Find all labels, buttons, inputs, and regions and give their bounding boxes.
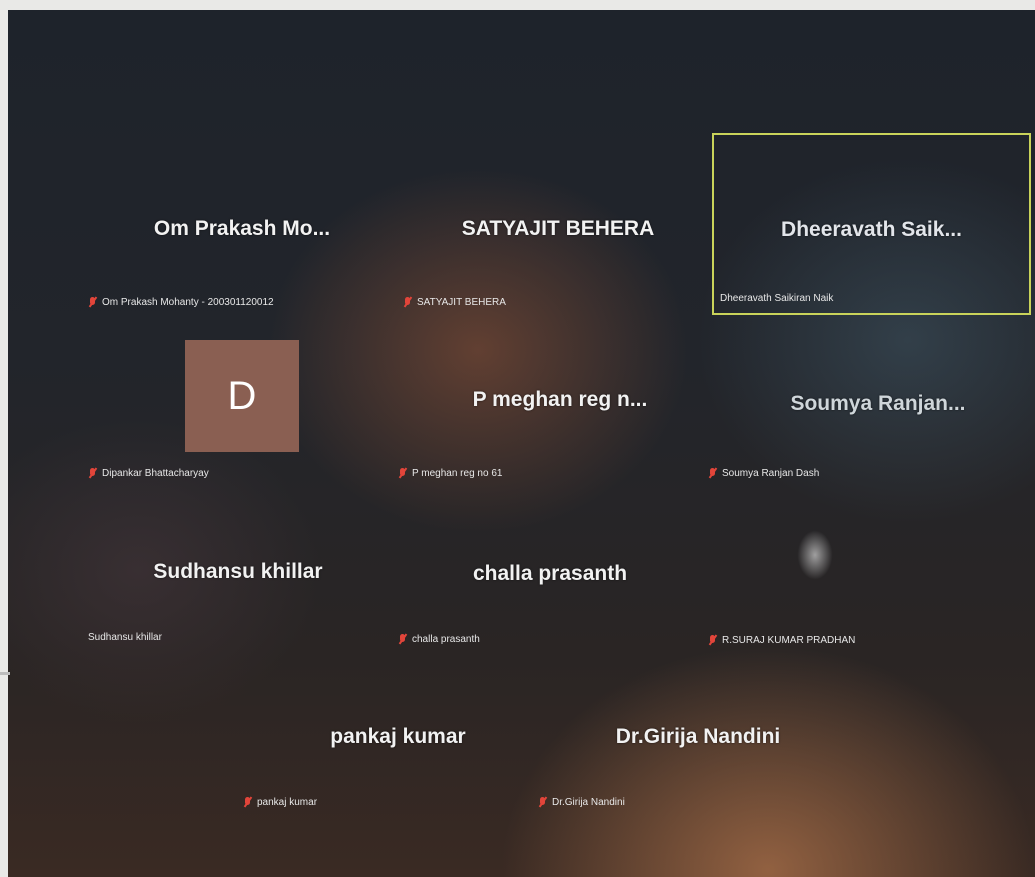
participant-caption: Soumya Ranjan Dash [708, 468, 819, 479]
participant-name: challa prasanth [472, 562, 628, 585]
participant-name: Soumya Ranjan... [790, 392, 966, 415]
mic-muted-icon [88, 468, 97, 479]
participant-tile[interactable]: D Dipankar Bhattacharyay [88, 340, 398, 480]
participant-caption-text: R.SURAJ KUMAR PRADHAN [722, 635, 856, 646]
participant-tile[interactable]: Om Prakash Mo... Om Prakash Mohanty - 20… [88, 205, 408, 315]
participant-caption: Dr.Girija Nandini [538, 797, 625, 808]
mic-muted-icon [708, 468, 717, 479]
participant-caption-text: Sudhansu khillar [88, 632, 162, 643]
participant-caption-text: challa prasanth [412, 634, 480, 645]
participant-caption: SATYAJIT BEHERA [403, 297, 506, 308]
participant-caption: challa prasanth [398, 634, 480, 645]
participant-name: SATYAJIT BEHERA [461, 217, 655, 240]
participant-caption-text: Soumya Ranjan Dash [722, 468, 820, 479]
participant-name: P meghan reg n... [472, 388, 648, 411]
video-call-gallery: Om Prakash Mo... Om Prakash Mohanty - 20… [8, 10, 1035, 877]
participant-tile[interactable]: challa prasanth challa prasanth [398, 530, 708, 660]
participant-caption-text: pankaj kumar [257, 797, 318, 808]
participant-caption: Om Prakash Mohanty - 200301120012 [88, 297, 274, 308]
participant-name: Dheeravath Saik... [781, 218, 962, 241]
participant-tile-video[interactable]: R.SURAJ KUMAR PRADHAN [708, 515, 1028, 660]
participant-tile[interactable]: SATYAJIT BEHERA SATYAJIT BEHERA [403, 205, 713, 315]
participant-name: pankaj kumar [330, 725, 466, 748]
participant-name: Om Prakash Mo... [153, 217, 331, 240]
participant-tile[interactable]: Soumya Ranjan... Soumya Ranjan Dash [708, 340, 1028, 480]
participant-caption-text: Dheeravath Saikiran Naik [720, 293, 834, 304]
participant-caption-text: P meghan reg no 61 [412, 468, 503, 479]
participant-tile[interactable]: pankaj kumar pankaj kumar [243, 710, 553, 820]
participant-caption-text: Dr.Girija Nandini [552, 797, 625, 808]
participant-caption-text: SATYAJIT BEHERA [417, 297, 506, 308]
participant-caption-text: Om Prakash Mohanty - 200301120012 [102, 297, 274, 308]
window-edge-handle [0, 672, 10, 675]
participant-video [785, 515, 845, 595]
mic-muted-icon [403, 297, 412, 308]
participant-caption: Sudhansu khillar [88, 632, 162, 643]
mic-muted-icon [243, 797, 252, 808]
participant-caption-text: Dipankar Bhattacharyay [102, 468, 209, 479]
participant-caption: P meghan reg no 61 [398, 468, 502, 479]
participant-name: Dr.Girija Nandini [615, 725, 781, 748]
mic-muted-icon [398, 468, 407, 479]
participant-tile[interactable]: P meghan reg n... P meghan reg no 61 [398, 340, 708, 480]
participant-tile[interactable]: Sudhansu khillar Sudhansu khillar [88, 530, 398, 660]
participant-tile-active-speaker[interactable]: Dheeravath Saik... Dheeravath Saikiran N… [712, 133, 1031, 315]
participant-caption: Dheeravath Saikiran Naik [720, 293, 833, 304]
participant-caption: Dipankar Bhattacharyay [88, 468, 209, 479]
avatar: D [185, 340, 299, 452]
participant-name: Sudhansu khillar [153, 560, 323, 583]
mic-muted-icon [398, 634, 407, 645]
mic-muted-icon [88, 297, 97, 308]
participant-tile[interactable]: Dr.Girija Nandini Dr.Girija Nandini [538, 710, 848, 820]
participant-caption: pankaj kumar [243, 797, 317, 808]
participant-caption: R.SURAJ KUMAR PRADHAN [708, 635, 855, 646]
avatar-letter: D [227, 373, 257, 418]
mic-muted-icon [708, 635, 717, 646]
mic-muted-icon [538, 797, 547, 808]
